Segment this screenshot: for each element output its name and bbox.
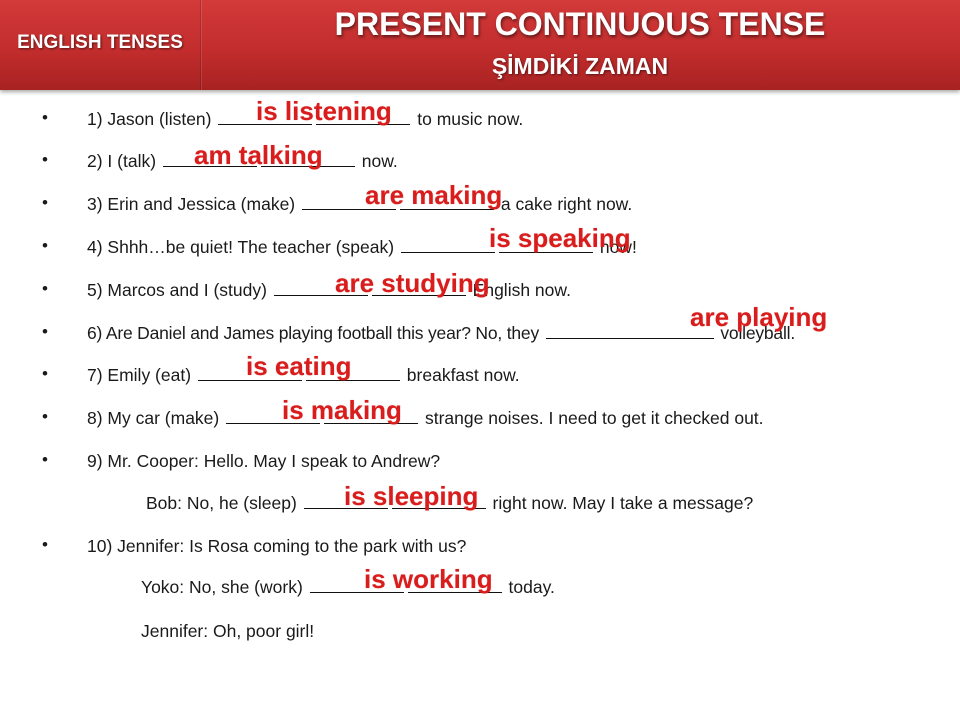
exercise-text: 2) I (talk) — [87, 151, 157, 171]
answer-7: is eating — [246, 351, 352, 381]
exercise-text: now. — [361, 151, 398, 171]
bullet-icon: • — [42, 150, 48, 169]
answer-2: am talking — [194, 140, 323, 170]
page-title: PRESENT CONTINUOUS TENSE — [334, 6, 826, 42]
answer-1: is listening — [256, 96, 392, 126]
exercise-text: today. — [508, 577, 555, 597]
exercise-10: 10) Jennifer: Is Rosa coming to the park… — [87, 535, 466, 557]
exercise-text: 6) Are Daniel and James playing football… — [87, 323, 540, 343]
bullet-icon: • — [42, 279, 48, 298]
answer-8: is making — [282, 395, 402, 425]
title-banner: ENGLISH TENSES PRESENT CONTINUOUS TENSE … — [0, 0, 960, 90]
page-subtitle: ŞİMDİKİ ZAMAN — [491, 53, 669, 79]
exercise-5: 5) Marcos and I (study) English now. — [87, 279, 571, 301]
exercise-text: a cake right now. — [500, 194, 633, 214]
exercise-text: Jennifer: Oh, poor girl! — [141, 621, 315, 641]
bullet-icon: • — [42, 364, 48, 383]
exercise-text: 4) Shhh…be quiet! The teacher (speak) — [87, 237, 395, 257]
exercise-8: 8) My car (make) strange noises. I need … — [87, 407, 764, 429]
exercise-text: 9) Mr. Cooper: Hello. May I speak to And… — [87, 451, 441, 471]
exercise-text: Bob: No, he (sleep) — [146, 493, 297, 513]
exercise-text: 5) Marcos and I (study) — [87, 280, 267, 300]
exercise-6: 6) Are Daniel and James playing football… — [87, 322, 795, 344]
answer-9: is sleeping — [344, 481, 479, 511]
bullet-icon: • — [42, 450, 48, 469]
exercise-text: Yoko: No, she (work) — [141, 577, 303, 597]
answer-3: are making — [365, 180, 503, 210]
bullet-icon: • — [42, 193, 48, 212]
blank — [400, 238, 495, 253]
bullet-icon: • — [42, 407, 48, 426]
exercise-text: 7) Emily (eat) — [87, 365, 192, 385]
blank — [545, 324, 714, 339]
answer-10: is working — [364, 564, 493, 594]
bullet-icon: • — [42, 236, 48, 255]
answer-6: are playing — [690, 302, 828, 332]
exercise-3: 3) Erin and Jessica (make) a cake right … — [87, 193, 632, 215]
bullet-icon: • — [42, 108, 48, 127]
exercise-text: 1) Jason (listen) — [87, 109, 212, 129]
bullet-icon: • — [42, 535, 48, 554]
exercise-text: 8) My car (make) — [87, 408, 220, 428]
exercise-text: strange noises. I need to get it checked… — [424, 408, 764, 428]
exercise-text: to music now. — [417, 109, 524, 129]
exercise-9: 9) Mr. Cooper: Hello. May I speak to And… — [87, 450, 440, 472]
exercise-10-closing: Jennifer: Oh, poor girl! — [141, 620, 314, 642]
exercise-text: 10) Jennifer: Is Rosa coming to the park… — [87, 536, 467, 556]
exercise-text: breakfast now. — [406, 365, 520, 385]
exercise-text: right now. May I take a message? — [492, 493, 754, 513]
exercise-text: 3) Erin and Jessica (make) — [87, 194, 296, 214]
series-title: ENGLISH TENSES — [17, 32, 183, 53]
bullet-icon: • — [42, 322, 48, 341]
answer-5: are studying — [335, 268, 490, 298]
answer-4: is speaking — [489, 223, 631, 253]
